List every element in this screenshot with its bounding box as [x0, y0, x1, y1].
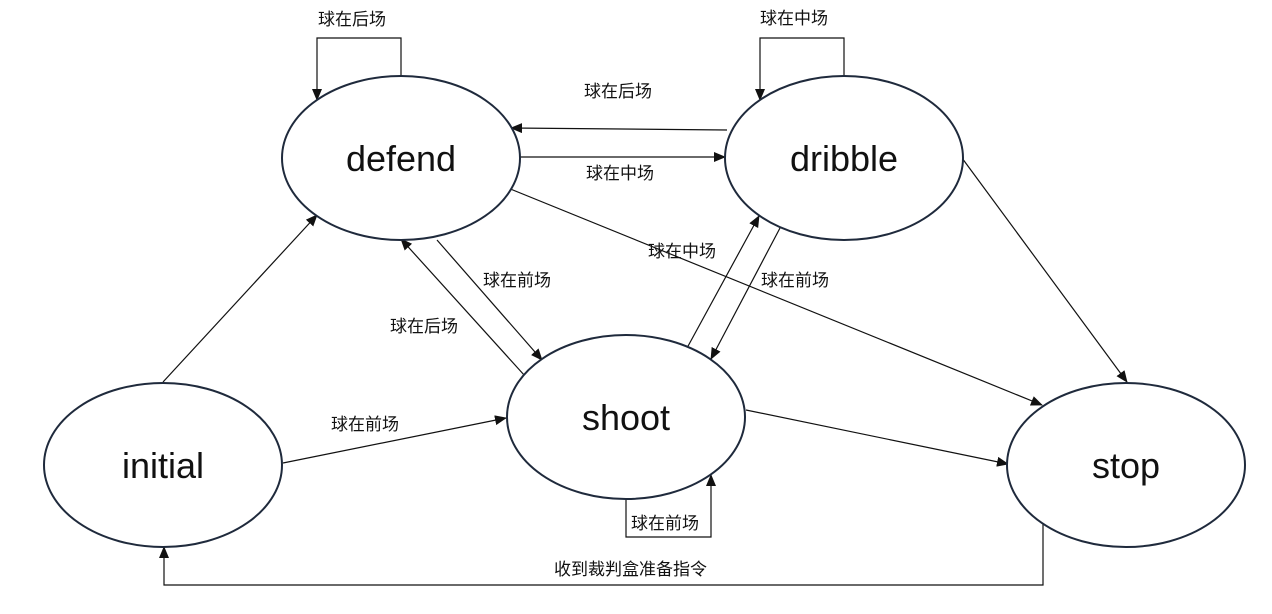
- edge-shoot-to-defend: [400, 238, 526, 377]
- label-defend-to-dribble: 球在中场: [586, 164, 654, 184]
- label-dribble-to-shoot: 球在前场: [761, 271, 829, 291]
- label-defend-self: 球在后场: [318, 10, 386, 30]
- label-dribble-to-defend: 球在后场: [584, 82, 652, 102]
- edge-shoot-to-dribble: [686, 215, 760, 349]
- edge-shoot-to-stop: [745, 409, 1009, 467]
- edge-initial-to-defend: [162, 214, 318, 383]
- label-shoot-to-defend: 球在后场: [390, 317, 458, 337]
- state-label-dribble: dribble: [790, 138, 898, 179]
- edge-defend-to-shoot: [436, 239, 543, 361]
- edge-dribble-to-stop: [961, 157, 1128, 383]
- edge-dribble-to-defend: [510, 123, 728, 134]
- state-diagram: defend dribble initial shoot stop 球在后场 球…: [43, 9, 1246, 586]
- state-label-defend: defend: [346, 138, 456, 179]
- edge-dribble-to-shoot: [710, 227, 781, 360]
- states: [43, 75, 1246, 548]
- label-defend-to-shoot: 球在前场: [483, 271, 551, 291]
- state-label-initial: initial: [122, 445, 204, 486]
- label-stop-to-initial: 收到裁判盒准备指令: [554, 560, 707, 580]
- state-labels: defend dribble initial shoot stop: [122, 138, 1160, 486]
- label-shoot-self: 球在前场: [631, 514, 699, 534]
- label-initial-to-shoot: 球在前场: [331, 415, 399, 435]
- state-label-stop: stop: [1092, 445, 1160, 486]
- label-shoot-to-dribble: 球在中场: [648, 242, 716, 262]
- label-dribble-self: 球在中场: [760, 9, 828, 29]
- state-label-shoot: shoot: [582, 397, 670, 438]
